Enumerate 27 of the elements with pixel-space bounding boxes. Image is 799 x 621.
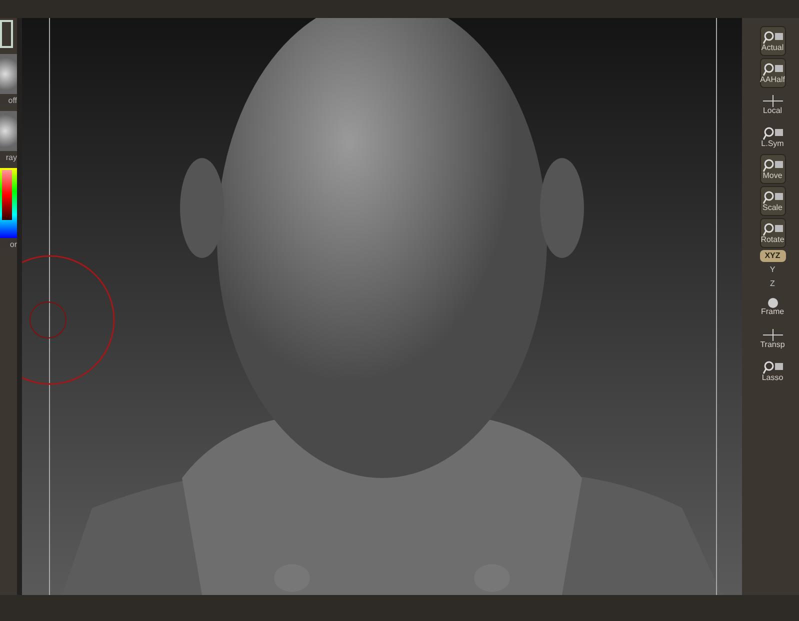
xyz-toggle[interactable]: XYZ xyxy=(760,250,786,262)
tool-button[interactable]: Actual xyxy=(760,26,786,56)
axis-button[interactable]: Z xyxy=(770,278,775,290)
crosshair-icon xyxy=(762,95,782,107)
crosshair-icon xyxy=(762,329,782,341)
tool-button[interactable]: Local xyxy=(760,90,786,120)
sphere-icon xyxy=(768,298,778,308)
color-picker[interactable] xyxy=(0,168,17,238)
tool-button[interactable]: AAHalf xyxy=(760,58,786,88)
tool-button[interactable]: Frame xyxy=(760,292,786,322)
magnifier-icon xyxy=(762,126,782,140)
sphere-preview[interactable] xyxy=(0,54,17,94)
sphere-preview[interactable] xyxy=(0,111,17,151)
tool-button[interactable]: L.Sym xyxy=(760,122,786,152)
magnifier-icon xyxy=(762,62,782,76)
axis-button[interactable]: Y xyxy=(770,264,776,276)
tool-button[interactable]: Move xyxy=(760,154,786,184)
tool-button[interactable]: Scale xyxy=(760,186,786,216)
tool-button[interactable]: Transp xyxy=(760,324,786,354)
magnifier-icon xyxy=(762,158,782,172)
tool-button[interactable]: Rotate xyxy=(760,218,786,248)
magnifier-icon xyxy=(762,190,782,204)
magnifier-icon xyxy=(762,360,782,374)
material-preview[interactable] xyxy=(0,20,13,48)
magnifier-icon xyxy=(762,222,782,236)
tool-button[interactable]: Lasso xyxy=(760,356,786,386)
magnifier-icon xyxy=(762,30,782,44)
